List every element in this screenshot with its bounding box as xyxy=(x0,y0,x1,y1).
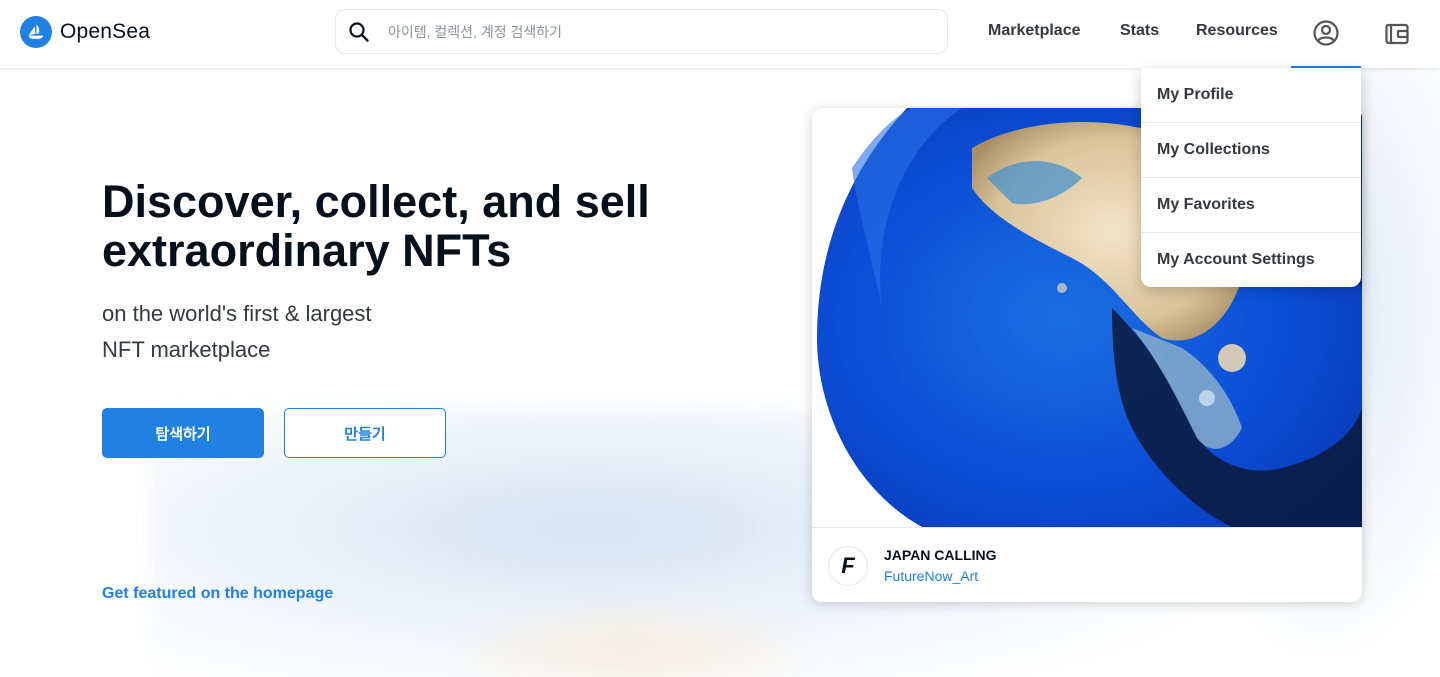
hero-subtitle: on the world's first & largest NFT marke… xyxy=(102,296,502,368)
menu-item-my-profile[interactable]: My Profile xyxy=(1141,68,1361,123)
search-input[interactable] xyxy=(388,23,908,40)
top-nav-bar: OpenSea Marketplace Stats Resources xyxy=(0,0,1440,68)
nft-creator-link[interactable]: FutureNow_Art xyxy=(884,568,978,584)
nft-card-footer: F JAPAN CALLING FutureNow_Art xyxy=(812,527,1362,602)
logo-text: OpenSea xyxy=(60,20,151,43)
account-button[interactable] xyxy=(1291,0,1361,68)
opensea-logo-icon xyxy=(20,16,52,48)
logo-link[interactable]: OpenSea xyxy=(20,16,150,48)
hero-title: Discover, collect, and sell extraordinar… xyxy=(102,176,650,276)
nav-stats[interactable]: Stats xyxy=(1120,22,1159,40)
search-icon xyxy=(349,21,369,42)
menu-item-my-collections[interactable]: My Collections xyxy=(1141,123,1361,178)
search-bar xyxy=(335,9,948,54)
nft-title[interactable]: JAPAN CALLING xyxy=(884,547,997,563)
nav-marketplace[interactable]: Marketplace xyxy=(988,22,1081,40)
creator-avatar[interactable]: F xyxy=(828,546,868,586)
get-featured-link[interactable]: Get featured on the homepage xyxy=(102,585,333,603)
explore-button[interactable]: 탐색하기 xyxy=(102,408,264,458)
nav-resources[interactable]: Resources xyxy=(1196,22,1278,40)
hero-subtitle-line2: NFT marketplace xyxy=(102,337,271,362)
menu-item-my-favorites[interactable]: My Favorites xyxy=(1141,178,1361,233)
wallet-icon xyxy=(1385,23,1409,45)
account-circle-icon xyxy=(1313,20,1339,46)
account-dropdown-menu: My Profile My Collections My Favorites M… xyxy=(1141,68,1361,287)
hero-subtitle-line1: on the world's first & largest xyxy=(102,301,372,326)
wallet-button[interactable] xyxy=(1372,0,1422,68)
create-button[interactable]: 만들기 xyxy=(284,408,446,458)
menu-item-account-settings[interactable]: My Account Settings xyxy=(1141,233,1361,287)
